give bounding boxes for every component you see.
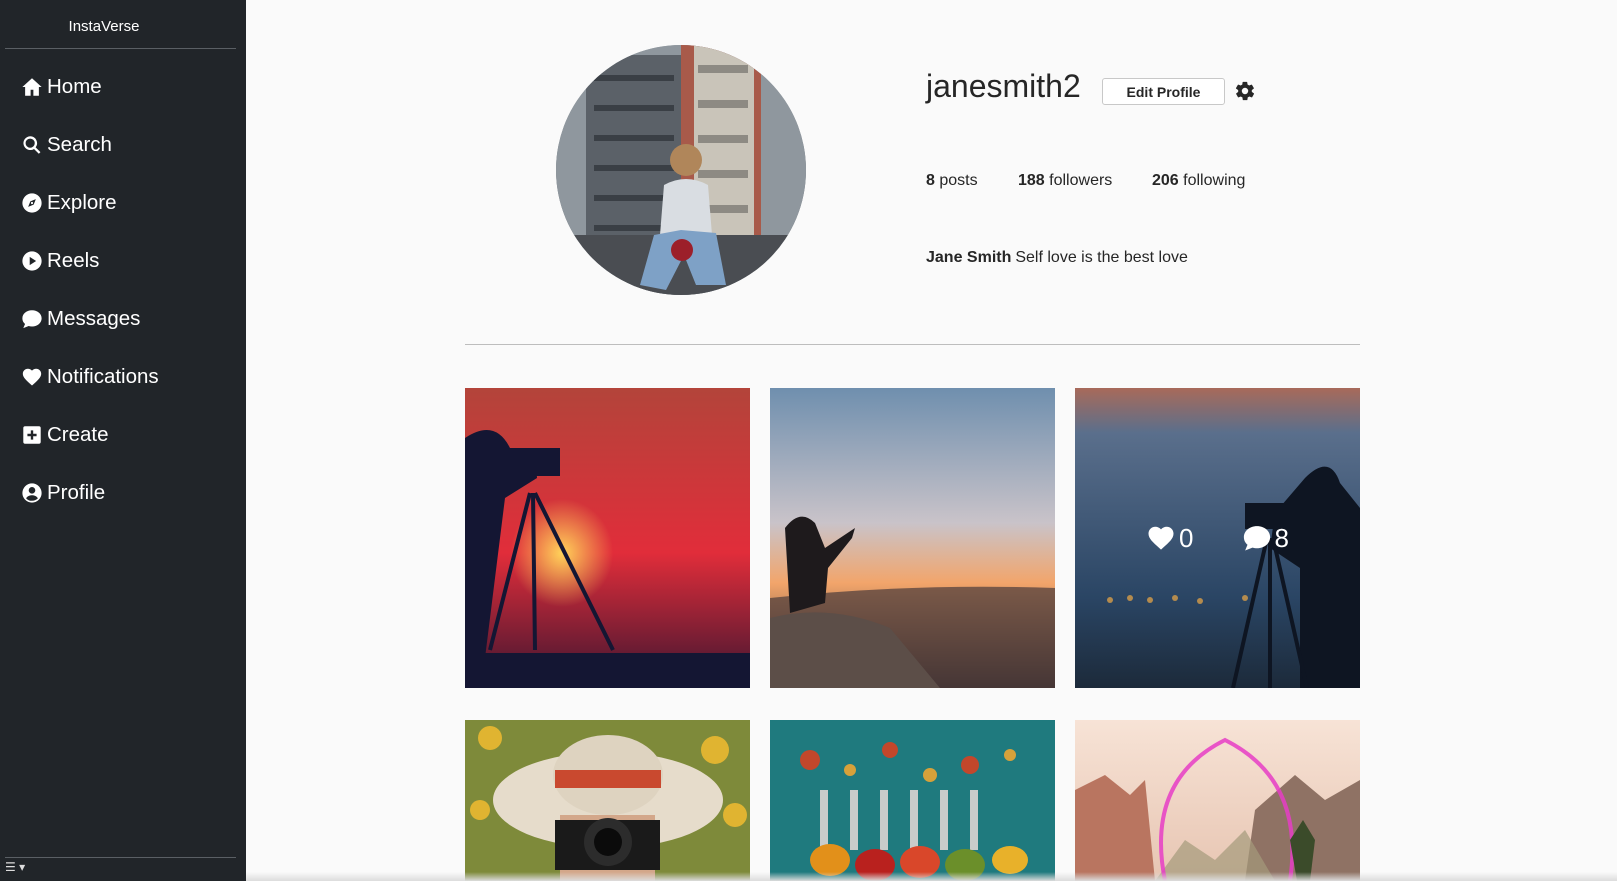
- sidebar: InstaVerse Home Search Explore Reels Mes…: [0, 0, 246, 881]
- post-hover-overlay: 0 8: [1075, 388, 1360, 688]
- post-thumbnail[interactable]: 0 8: [1075, 388, 1360, 688]
- sidebar-item-messages[interactable]: Messages: [21, 304, 140, 334]
- sidebar-item-label: Home: [47, 75, 102, 98]
- post-image-hat-camera: [465, 720, 750, 881]
- post-image-cliff-sunset: [770, 388, 1055, 688]
- sidebar-item-create[interactable]: Create: [21, 420, 109, 450]
- sidebar-item-reels[interactable]: Reels: [21, 246, 99, 276]
- following-count[interactable]: 206 following: [1152, 172, 1245, 190]
- chat-bubble-icon: [1243, 526, 1270, 551]
- sidebar-item-home[interactable]: Home: [21, 72, 102, 102]
- sidebar-item-label: Create: [47, 423, 109, 446]
- house-icon: [22, 78, 42, 96]
- post-thumbnail[interactable]: [770, 720, 1055, 881]
- plus-square-icon: [23, 426, 41, 444]
- settings-button[interactable]: [1234, 80, 1256, 102]
- profile-bio: Jane Smith Self love is the best love: [926, 249, 1188, 267]
- chat-bubble-icon: [22, 310, 42, 329]
- brand-logo[interactable]: InstaVerse: [0, 18, 208, 35]
- profile-avatar[interactable]: [556, 45, 806, 295]
- profile-divider: [465, 344, 1360, 345]
- posts-count-value: 8: [926, 172, 935, 189]
- post-comments: 8: [1242, 523, 1289, 554]
- post-likes: 0: [1146, 522, 1194, 554]
- page-bottom-fade: [246, 872, 1617, 881]
- sidebar-divider: [5, 48, 236, 49]
- sidebar-item-label: Explore: [47, 191, 117, 214]
- sidebar-item-explore[interactable]: Explore: [21, 188, 117, 218]
- sidebar-item-label: Search: [47, 133, 112, 156]
- sidebar-item-label: Reels: [47, 249, 100, 272]
- profile-bio-text: Self love is the best love: [1015, 249, 1188, 266]
- post-image-sunset-photographer: [465, 388, 750, 688]
- following-count-value: 206: [1152, 172, 1179, 189]
- profile-username: janesmith2: [926, 68, 1081, 104]
- followers-count[interactable]: 188 followers: [1018, 172, 1112, 190]
- sidebar-item-search[interactable]: Search: [21, 130, 112, 160]
- post-thumbnail[interactable]: [1075, 720, 1360, 881]
- post-thumbnail[interactable]: [465, 720, 750, 881]
- heart-icon: [1148, 526, 1174, 550]
- post-thumbnail[interactable]: [465, 388, 750, 688]
- followers-count-label: followers: [1049, 172, 1113, 189]
- gear-icon: [1235, 81, 1255, 101]
- sidebar-item-notifications[interactable]: Notifications: [21, 362, 159, 392]
- avatar-photo: [556, 45, 806, 295]
- sidebar-item-label: Notifications: [47, 365, 159, 388]
- following-count-label: following: [1183, 172, 1246, 189]
- followers-count-value: 188: [1018, 172, 1045, 189]
- post-thumbnail[interactable]: [770, 388, 1055, 688]
- post-likes-count: 0: [1179, 522, 1194, 553]
- post-comments-count: 8: [1274, 522, 1289, 553]
- posts-count-label: posts: [939, 172, 978, 189]
- user-circle-icon: [22, 483, 42, 503]
- more-menu-toggle[interactable]: ☰ ▾: [5, 860, 25, 874]
- play-circle-icon: [22, 251, 42, 271]
- posts-count: 8 posts: [926, 172, 978, 190]
- app-root: InstaVerse Home Search Explore Reels Mes…: [0, 0, 1617, 881]
- sidebar-bottom-divider: [5, 857, 236, 858]
- magnifier-icon: [23, 136, 41, 154]
- sidebar-item-label: Messages: [47, 307, 141, 330]
- profile-full-name: Jane Smith: [926, 249, 1012, 266]
- sidebar-item-label: Profile: [47, 481, 106, 504]
- post-image-spices: [770, 720, 1055, 881]
- compass-icon: [22, 193, 42, 213]
- post-image-mountains-neon-arc: [1075, 720, 1360, 881]
- edit-profile-button[interactable]: Edit Profile: [1102, 78, 1225, 105]
- sidebar-item-profile[interactable]: Profile: [21, 478, 105, 508]
- heart-icon: [22, 368, 42, 386]
